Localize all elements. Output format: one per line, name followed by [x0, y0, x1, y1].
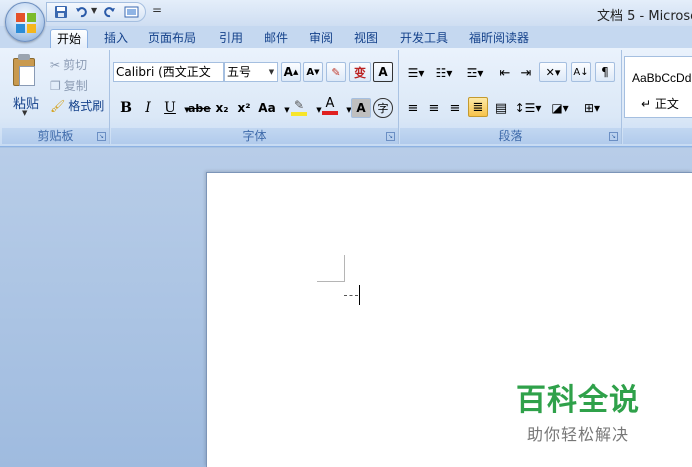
ribbon: 粘贴 ▼ ✂ 剪切 ❐ 复制 🖌 格式刷 剪贴板 ↘ Calibri (西文正文…: [0, 48, 692, 147]
borders-icon[interactable]: ⊞▾: [578, 98, 606, 118]
paste-dropdown-icon[interactable]: ▼: [22, 109, 27, 117]
align-right-icon[interactable]: ≡: [446, 98, 464, 118]
decrease-indent-icon[interactable]: ⇤: [496, 63, 514, 83]
font-group-label: 字体: [111, 128, 398, 144]
distributed-icon[interactable]: ▤: [491, 98, 511, 118]
quick-access-toolbar: ▼: [46, 2, 146, 22]
watermark: 百科全说 助你轻松解决: [516, 375, 640, 445]
styles-group-label: [623, 128, 692, 144]
copy-icon: ❐: [50, 78, 61, 93]
tab-mailings[interactable]: 邮件: [264, 29, 288, 49]
scissors-icon: ✂: [50, 57, 61, 72]
subscript-button[interactable]: x₂: [213, 98, 231, 118]
underline-button[interactable]: U: [161, 98, 179, 118]
brush-icon: 🖌: [50, 98, 66, 113]
save-icon[interactable]: [53, 4, 69, 20]
clipboard-group-label: 剪贴板: [2, 128, 109, 144]
font-group: Calibri (西文正文 五号 ▼ A ▲ A ▼ ✎ 变 A B I U ▼ a…: [111, 50, 399, 144]
superscript-button[interactable]: x²: [235, 98, 253, 118]
margin-mark: [344, 255, 345, 282]
chevron-down-icon: ▼: [268, 68, 275, 76]
bullets-icon[interactable]: ☰▾: [404, 63, 428, 83]
tab-developer[interactable]: 开发工具: [400, 29, 448, 49]
paragraph-group-label: 段落: [400, 128, 621, 144]
copy-button[interactable]: ❐ 复制: [50, 77, 88, 94]
font-name-value: Calibri (西文正文: [116, 65, 211, 79]
watermark-subtitle: 助你轻松解决: [526, 425, 629, 444]
shrink-font-button[interactable]: A ▼: [303, 62, 323, 82]
cut-button[interactable]: ✂ 剪切: [50, 56, 87, 73]
format-painter-label: 格式刷: [68, 99, 105, 113]
font-color-glyph: A: [325, 96, 335, 111]
italic-button[interactable]: I: [139, 98, 157, 118]
office-button[interactable]: [5, 2, 45, 42]
style-sample-text: AaBbCcDd: [632, 71, 692, 85]
grow-font-button[interactable]: A ▲: [281, 62, 301, 82]
undo-dropdown-icon[interactable]: ▼: [91, 6, 97, 15]
font-launcher-icon[interactable]: ↘: [386, 132, 395, 141]
cut-label: 剪切: [63, 58, 88, 72]
office-logo-icon: [16, 13, 36, 33]
copy-label: 复制: [63, 79, 88, 93]
highlight-button[interactable]: ✎: [288, 97, 310, 117]
tab-references[interactable]: 引用: [219, 29, 243, 49]
phonetic-guide-button[interactable]: 变: [349, 62, 371, 82]
font-name-select[interactable]: Calibri (西文正文: [113, 62, 224, 82]
font-size-value: 五号: [227, 65, 252, 79]
window-title: 文档 5 - Microsc: [597, 9, 692, 24]
text-cursor: [359, 285, 360, 305]
bold-button[interactable]: B: [117, 98, 135, 118]
numbering-icon[interactable]: ☷▾: [432, 63, 456, 83]
show-formatting-icon[interactable]: ¶: [595, 62, 615, 82]
style-name-label: ↵ 正文: [641, 97, 679, 111]
align-center-icon[interactable]: ≡: [425, 98, 443, 118]
char-shading-button[interactable]: A: [351, 98, 371, 118]
asian-layout-icon[interactable]: ✕▾: [539, 62, 567, 82]
tab-page-layout[interactable]: 页面布局: [148, 29, 196, 49]
clipboard-group: 粘贴 ▼ ✂ 剪切 ❐ 复制 🖌 格式刷 剪贴板 ↘: [2, 50, 110, 144]
align-left-icon[interactable]: ≡: [404, 98, 422, 118]
tab-home[interactable]: 开始: [50, 29, 89, 49]
paste-icon[interactable]: [11, 54, 37, 86]
char-border-button[interactable]: A: [373, 62, 393, 82]
redo-icon[interactable]: [101, 4, 117, 20]
sort-icon[interactable]: A↓: [571, 62, 591, 82]
tab-view[interactable]: 视图: [354, 29, 378, 49]
line-spacing-icon[interactable]: ↕☰▾: [514, 98, 542, 118]
eraser-icon: ✎: [331, 65, 341, 79]
paragraph-launcher-icon[interactable]: ↘: [609, 132, 618, 141]
format-painter-button[interactable]: 🖌 格式刷: [50, 97, 104, 114]
increase-indent-icon[interactable]: ⇥: [517, 63, 535, 83]
paragraph-group: ☰▾ ☷▾ ☲▾ ⇤ ⇥ ✕▾ A↓ ¶ ≡ ≡ ≡ ≣ ▤ ↕☰▾ ◪▾ ⊞▾…: [400, 50, 622, 144]
print-preview-icon[interactable]: [123, 4, 139, 20]
font-size-select[interactable]: 五号 ▼: [224, 62, 278, 82]
multilevel-list-icon[interactable]: ☲▾: [460, 63, 490, 83]
strikethrough-button[interactable]: abe: [188, 98, 211, 118]
undo-icon[interactable]: [74, 4, 90, 20]
tab-foxit-reader[interactable]: 福昕阅读器: [469, 29, 529, 49]
customize-toolbar-icon[interactable]: =: [152, 3, 162, 17]
clear-format-button[interactable]: ✎: [326, 62, 346, 82]
tab-review[interactable]: 审阅: [309, 29, 333, 49]
highlighter-icon: ✎: [293, 98, 305, 112]
change-case-button[interactable]: Aa: [258, 98, 276, 118]
margin-mark: [317, 281, 344, 282]
style-normal[interactable]: AaBbCcDd ↵ 正文: [624, 56, 692, 118]
clipboard-launcher-icon[interactable]: ↘: [97, 132, 106, 141]
justify-icon[interactable]: ≣: [468, 97, 488, 117]
enclose-chars-button[interactable]: 字: [373, 98, 393, 118]
tab-insert[interactable]: 插入: [104, 29, 128, 49]
paragraph-mark: [344, 295, 358, 296]
font-color-button[interactable]: A: [320, 96, 340, 116]
shading-icon[interactable]: ◪▾: [546, 98, 574, 118]
ribbon-tabs: 开始 插入 页面布局 引用 邮件 审阅 视图 开发工具 福昕阅读器: [0, 26, 692, 49]
watermark-title: 百科全说: [516, 383, 640, 418]
